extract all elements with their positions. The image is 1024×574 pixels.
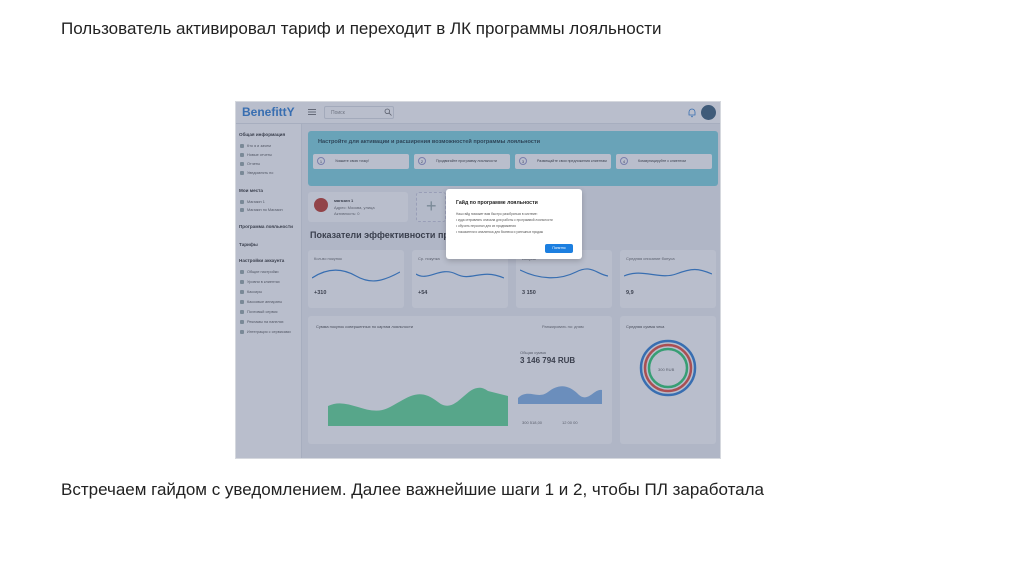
app-screenshot: BenefittY Поиск Общая информация Кто я и… xyxy=(235,101,721,459)
modal-title: Гайд по программе лояльности xyxy=(456,200,538,206)
slide-caption: Встречаем гайдом с уведомлением. Далее в… xyxy=(61,480,764,499)
got-it-button[interactable]: Понятно xyxy=(545,244,573,253)
modal-text: • куда отправлять сначала для работы с п… xyxy=(456,218,553,222)
modal-text: Наш гайд поможет вам быстро разобраться … xyxy=(456,212,538,216)
guide-modal: Гайд по программе лояльности Наш гайд по… xyxy=(446,189,582,259)
modal-overlay[interactable] xyxy=(236,102,720,458)
slide-title: Пользователь активировал тариф и переход… xyxy=(61,19,662,38)
modal-text: • обучить персонал для их продвижения xyxy=(456,224,516,228)
modal-text: • показатели и аналитика для бизнеса и у… xyxy=(456,230,544,234)
slide: Пользователь активировал тариф и переход… xyxy=(0,0,1024,574)
